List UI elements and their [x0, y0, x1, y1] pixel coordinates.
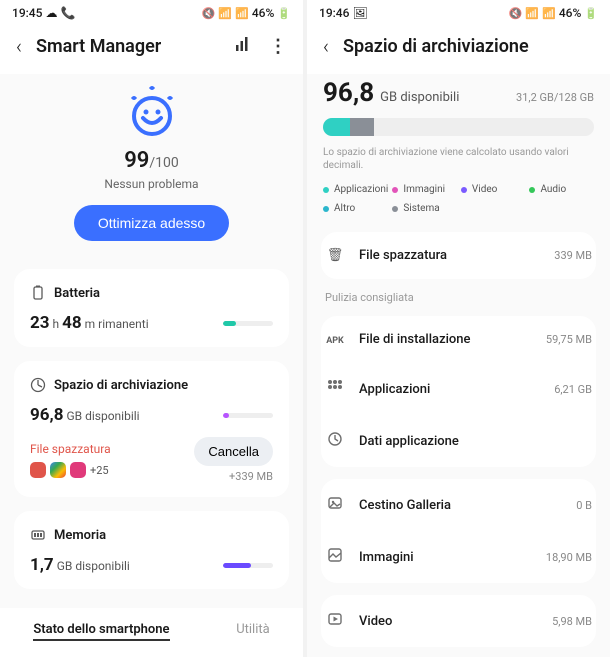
app-dot-icon: [30, 462, 46, 478]
storage-screen: 19:46 🖼 🔇 📶 📶 46% 🔋 ‹ Spazio di archivia…: [307, 0, 610, 657]
battery-value: 23h 48m rimanenti: [30, 313, 149, 333]
legend-item: Immagini: [392, 184, 457, 195]
list-item[interactable]: Video5,98 MB: [321, 595, 596, 647]
screenshot-icon: 🖼: [352, 6, 367, 20]
legend-item: Audio: [529, 184, 594, 195]
list-item[interactable]: Cestino Galleria0 B: [321, 479, 596, 531]
wifi-icon: 📶: [525, 7, 539, 20]
mute-icon: 🔇: [509, 7, 523, 20]
storage-note: Lo spazio di archiviazione viene calcola…: [323, 146, 594, 172]
cloud-icon: ☁: [45, 6, 57, 20]
clock-icon: [325, 431, 345, 451]
media-list-2: Video5,98 MB: [321, 595, 596, 647]
status-bar: 19:46 🖼 🔇 📶 📶 46% 🔋: [307, 0, 610, 24]
legend-item: Sistema: [392, 203, 457, 214]
battery-icon: 🔋: [277, 7, 291, 20]
memory-icon: [30, 527, 46, 543]
signal-icon: 📶: [542, 7, 556, 20]
video-icon: [325, 611, 345, 631]
tab-status[interactable]: Stato dello smartphone: [33, 622, 169, 641]
storage-total: 31,2 GB/128 GB: [516, 91, 594, 104]
signal-icon: 📶: [235, 7, 249, 20]
battery-label: Batteria: [54, 286, 100, 301]
status-battery: 46%: [559, 6, 581, 20]
memory-bar: [223, 563, 273, 568]
storage-value: 96,8GB disponibili: [30, 405, 140, 425]
legend-item: Altro: [323, 203, 388, 214]
legend-item: Video: [461, 184, 526, 195]
media-list: Cestino Galleria0 BImmagini18,90 MB: [321, 479, 596, 583]
tab-utility[interactable]: Utilità: [236, 622, 270, 641]
page-title: Spazio di archiviazione: [343, 36, 594, 57]
status-time: 19:46: [319, 6, 349, 20]
page-title: Smart Manager: [36, 36, 221, 57]
call-icon: 📞: [60, 6, 75, 20]
score-subtitle: Nessun problema: [14, 177, 289, 191]
list-item[interactable]: Immagini18,90 MB: [321, 531, 596, 583]
storage-legend: Applicazioni Immagini VideoAudio Altro Siste…: [323, 184, 594, 214]
junk-label: File spazzatura: [30, 442, 111, 456]
bottom-tabs: Stato dello smartphone Utilità: [0, 608, 303, 657]
mute-icon: 🔇: [202, 7, 216, 20]
status-battery: 46%: [252, 6, 274, 20]
battery-outline-icon: [30, 285, 46, 301]
storage-summary: 96,8 GB disponibili 31,2 GB/128 GB Lo sp…: [321, 74, 596, 224]
happy-face-icon: [121, 84, 183, 138]
score-value: 99/100: [14, 148, 289, 173]
battery-card[interactable]: Batteria 23h 48m rimanenti: [14, 269, 289, 347]
junk-size: +339 MB: [194, 470, 273, 483]
header: ‹ Smart Manager ⋮: [0, 24, 303, 74]
back-icon[interactable]: ‹: [16, 34, 22, 58]
trash-icon: 🗑: [325, 248, 345, 263]
gallery-icon: [325, 495, 345, 515]
wifi-icon: 📶: [218, 7, 232, 20]
storage-usage-bar: [323, 118, 594, 136]
app-dot-icon: [70, 462, 86, 478]
list-item[interactable]: APKFile di installazione59,75 MB: [321, 316, 596, 363]
status-time: 19:45: [12, 6, 42, 20]
score-section: 99/100 Nessun problema Ottimizza adesso: [14, 74, 289, 255]
clear-junk-button[interactable]: Cancella: [194, 437, 273, 466]
storage-icon: [30, 377, 46, 393]
battery-icon: 🔋: [584, 7, 598, 20]
cleanup-section-title: Pulizia consigliata: [321, 279, 596, 308]
back-icon[interactable]: ‹: [323, 34, 329, 58]
status-bar: 19:45 ☁ 📞 🔇 📶 📶 46% 🔋: [0, 0, 303, 24]
optimize-button[interactable]: Ottimizza adesso: [74, 205, 229, 241]
battery-bar: [223, 321, 273, 326]
storage-label: Spazio di archiviazione: [54, 378, 188, 393]
trash-item[interactable]: 🗑 File spazzatura 339 MB: [321, 232, 596, 279]
APK-icon: APK: [325, 332, 345, 347]
memory-label: Memoria: [54, 528, 106, 543]
storage-free-unit: GB disponibili: [380, 90, 459, 105]
legend-item: Applicazioni: [323, 184, 388, 195]
more-icon[interactable]: ⋮: [269, 36, 287, 57]
memory-card[interactable]: Memoria 1,7GB disponibili: [14, 511, 289, 589]
chart-icon[interactable]: [235, 37, 251, 55]
image-icon: [325, 547, 345, 567]
smart-manager-screen: 19:45 ☁ 📞 🔇 📶 📶 46% 🔋 ‹ Smart Manager ⋮: [0, 0, 303, 657]
grid-icon: [325, 379, 345, 399]
memory-value: 1,7GB disponibili: [30, 555, 130, 575]
list-item[interactable]: Applicazioni6,21 GB: [321, 363, 596, 415]
header: ‹ Spazio di archiviazione: [307, 24, 610, 74]
list-item[interactable]: Dati applicazione: [321, 415, 596, 467]
app-dot-icon: [50, 462, 66, 478]
storage-card[interactable]: Spazio di archiviazione 96,8GB disponibi…: [14, 361, 289, 497]
cleanup-list: APKFile di installazione59,75 MBApplicaz…: [321, 316, 596, 467]
storage-free-value: 96,8: [323, 78, 374, 108]
storage-bar: [223, 413, 273, 418]
junk-apps: +25: [30, 462, 111, 478]
